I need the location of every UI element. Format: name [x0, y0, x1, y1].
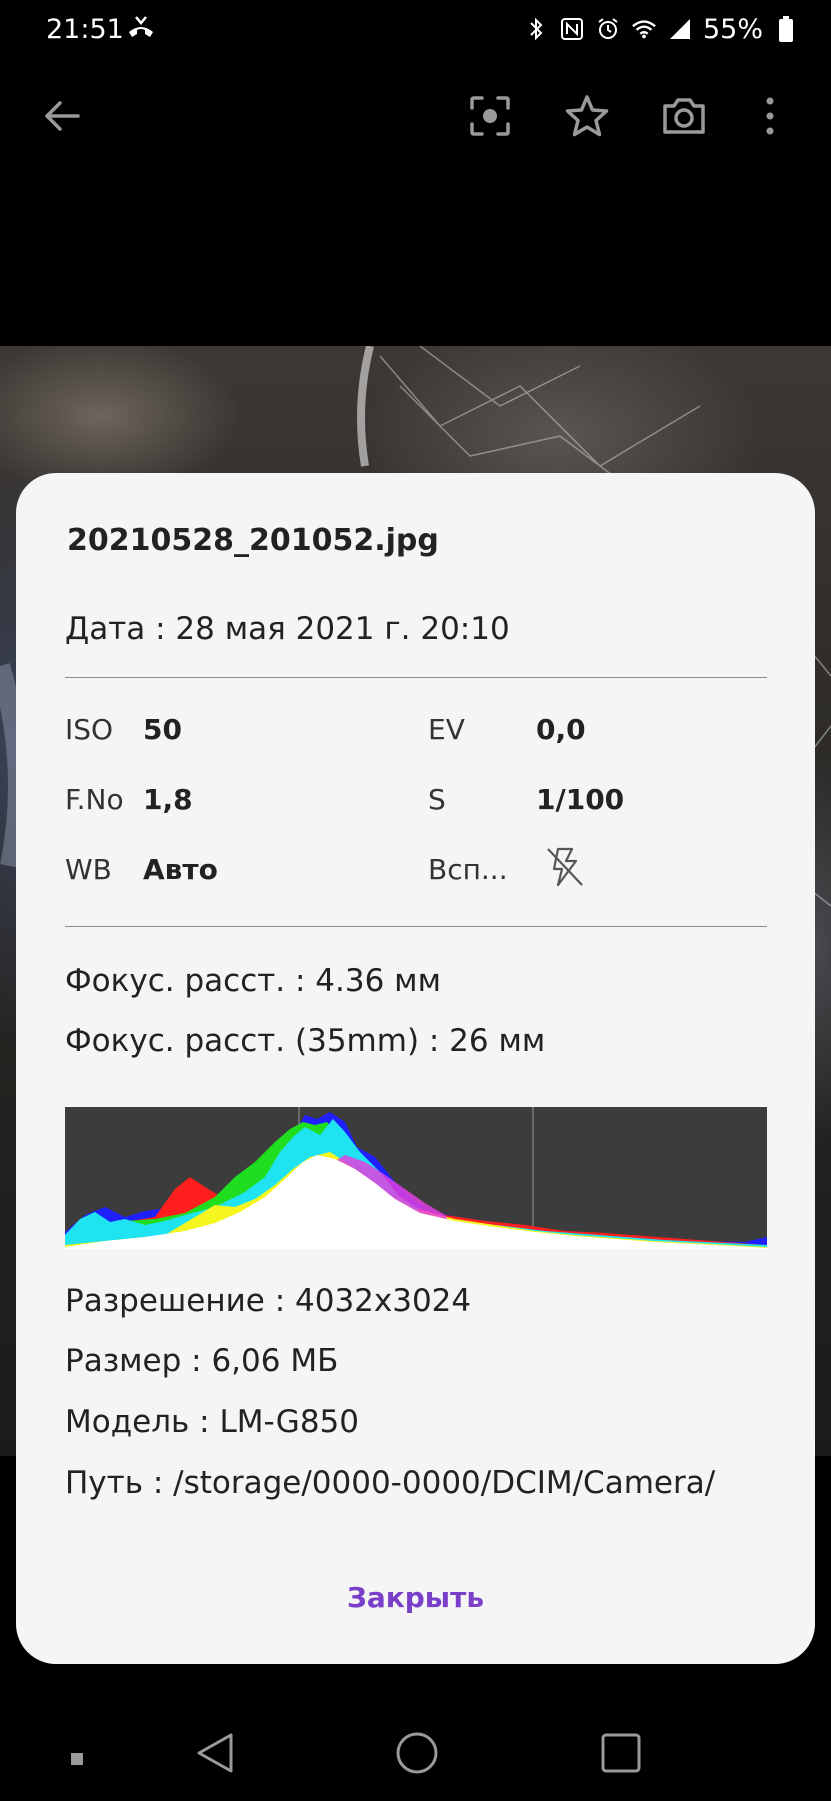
nav-home-button[interactable]	[392, 1730, 442, 1780]
more-vert-icon	[764, 96, 776, 140]
navigation-bar	[0, 1700, 831, 1801]
shutter-value: 1/100	[536, 783, 625, 816]
scan-button[interactable]	[462, 90, 518, 146]
status-time: 21:51	[46, 14, 124, 45]
square-small-icon	[71, 1750, 83, 1769]
file-name: 20210528_201052.jpg	[67, 523, 439, 558]
focal-length-35-text: Фокус. расст. (35mm) : 26 мм	[65, 1023, 546, 1059]
histogram-graph	[65, 1107, 767, 1249]
focal-length-text: Фокус. расст. : 4.36 мм	[65, 963, 441, 999]
call-end-icon	[126, 14, 156, 42]
back-arrow-icon	[42, 96, 82, 140]
home-circle-icon	[395, 1731, 439, 1779]
iso-value: 50	[143, 713, 182, 746]
ev-value: 0,0	[536, 713, 586, 746]
favorite-button[interactable]	[559, 90, 615, 146]
model-text: Модель : LM-G850	[65, 1404, 359, 1440]
nav-back-button[interactable]	[190, 1730, 240, 1780]
fno-label: F.No	[65, 783, 124, 816]
signal-icon	[667, 15, 693, 43]
more-options-button[interactable]	[742, 90, 798, 146]
histogram	[65, 1107, 767, 1249]
alarm-icon	[595, 15, 621, 43]
back-button[interactable]	[34, 90, 90, 146]
nfc-icon	[559, 15, 585, 43]
close-button[interactable]: Закрыть	[16, 1581, 815, 1614]
resolution-text: Разрешение : 4032x3024	[65, 1283, 472, 1319]
fno-value: 1,8	[143, 783, 193, 816]
bluetooth-icon	[523, 15, 549, 43]
wb-value: Авто	[143, 853, 218, 886]
wb-label: WB	[65, 853, 112, 886]
divider	[65, 926, 767, 927]
status-icons: 55%	[523, 12, 799, 46]
shutter-label: S	[428, 783, 446, 816]
date-text: Дата : 28 мая 2021 г. 20:10	[65, 611, 510, 647]
wifi-icon	[631, 15, 657, 43]
camera-button[interactable]	[656, 90, 712, 146]
details-dialog: 20210528_201052.jpg Дата : 28 мая 2021 г…	[16, 473, 815, 1664]
divider	[65, 677, 767, 678]
camera-icon	[661, 96, 707, 140]
iso-label: ISO	[65, 713, 114, 746]
flash-off-icon	[544, 845, 586, 893]
scan-icon	[468, 94, 512, 142]
flash-label: Всп...	[428, 853, 508, 886]
star-icon	[564, 94, 610, 142]
battery-percent: 55%	[702, 13, 763, 45]
status-bar: 21:51 55%	[0, 0, 831, 60]
viewer-toolbar	[0, 70, 831, 160]
ev-label: EV	[428, 713, 465, 746]
small-square-button[interactable]	[62, 1744, 92, 1774]
nav-recents-button[interactable]	[596, 1730, 646, 1780]
file-size-text: Размер : 6,06 МБ	[65, 1343, 339, 1379]
recents-square-icon	[600, 1732, 642, 1778]
path-text: Путь : /storage/0000-0000/DCIM/Camera/	[65, 1465, 716, 1501]
back-triangle-icon	[195, 1732, 235, 1778]
battery-icon	[773, 15, 799, 43]
